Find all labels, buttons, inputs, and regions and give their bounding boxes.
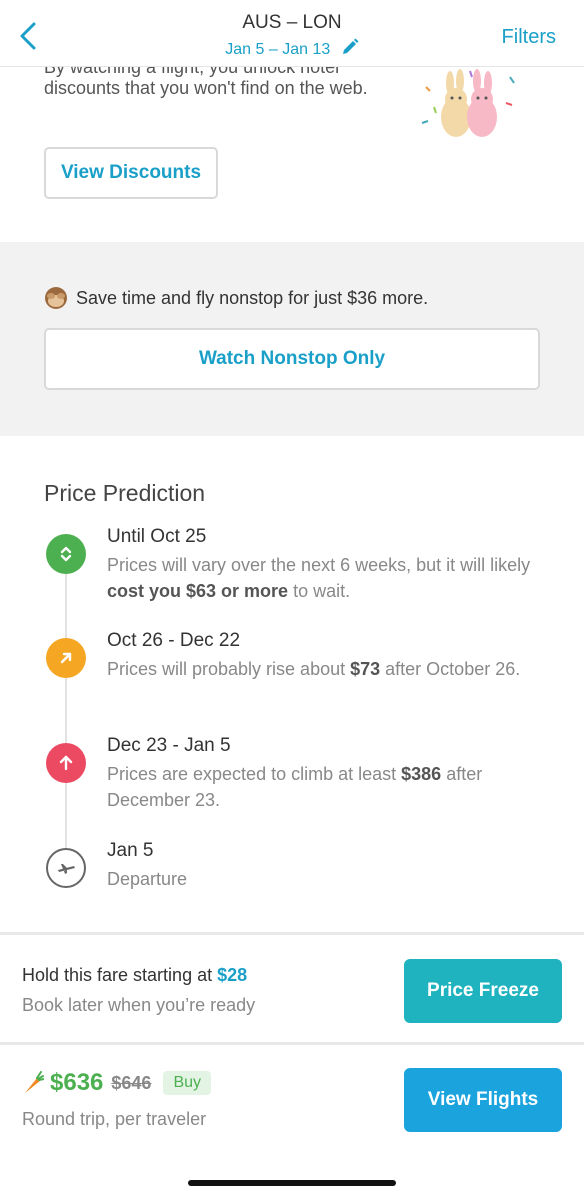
freeze-price: $28 — [217, 965, 248, 985]
nonstop-upsell-section: Save time and fly nonstop for just $36 m… — [0, 242, 584, 436]
see-no-evil-monkey-icon — [45, 287, 67, 309]
step-heading: Until Oct 25 — [107, 526, 207, 547]
section-title: Price Prediction — [44, 480, 206, 506]
top-nav-bar: AUS – LON Jan 5 – Jan 13 Filters — [0, 0, 584, 67]
arrow-up-right-icon — [46, 638, 86, 678]
plane-icon — [46, 848, 86, 888]
nonstop-message-row: Save time and fly nonstop for just $36 m… — [44, 286, 428, 310]
date-range[interactable]: Jan 5 – Jan 13 — [0, 38, 584, 59]
pencil-icon[interactable] — [341, 38, 359, 56]
buy-badge: Buy — [163, 1071, 212, 1095]
trip-type-text: Round trip, per traveler — [22, 1109, 207, 1129]
buy-bar: $636 $646 Buy Round trip, per traveler V… — [0, 1042, 584, 1200]
carrot-icon — [25, 1071, 44, 1093]
route-title: AUS – LON — [242, 12, 342, 33]
step-heading: Dec 23 - Jan 5 — [107, 735, 231, 756]
price-prediction-section: Price Prediction Until Oct 25 Prices wil… — [0, 436, 584, 932]
timeline-line — [65, 550, 67, 870]
price-row: $636 $646 Buy — [22, 1069, 212, 1097]
view-flights-button[interactable]: View Flights — [404, 1068, 562, 1132]
book-later-text: Book later when you’re ready — [22, 995, 256, 1015]
double-chevron-icon — [46, 534, 86, 574]
bunnies-illustration — [421, 69, 515, 137]
price-freeze-button[interactable]: Price Freeze — [404, 959, 562, 1023]
discount-description: discounts that you won't find on the web… — [44, 78, 368, 98]
step-heading: Jan 5 — [107, 840, 154, 861]
step-heading: Oct 26 - Dec 22 — [107, 630, 241, 651]
step-description: Departure — [107, 869, 188, 889]
hold-fare-text: Hold this fare starting at $28 — [22, 965, 248, 985]
current-price: $636 — [50, 1069, 104, 1096]
date-range-label: Jan 5 – Jan 13 — [225, 41, 331, 58]
view-discounts-button[interactable]: View Discounts — [44, 147, 218, 199]
arrow-up-icon — [46, 743, 86, 783]
nonstop-message: Save time and fly nonstop for just $36 m… — [76, 287, 429, 308]
step-description: Prices are expected to climb at least $3… — [107, 764, 483, 810]
step-description: Prices will vary over the next 6 weeks, … — [107, 555, 531, 601]
watch-nonstop-button[interactable]: Watch Nonstop Only — [44, 328, 540, 390]
price-freeze-bar: Hold this fare starting at $28 Book late… — [0, 932, 584, 1042]
filters-button[interactable]: Filters — [502, 26, 556, 49]
hotel-discount-card: By watching a flight, you unlock hotel d… — [0, 67, 584, 242]
step-description: Prices will probably rise about $73 afte… — [107, 659, 521, 679]
home-indicator — [188, 1180, 396, 1186]
previous-price: $646 — [111, 1072, 152, 1093]
